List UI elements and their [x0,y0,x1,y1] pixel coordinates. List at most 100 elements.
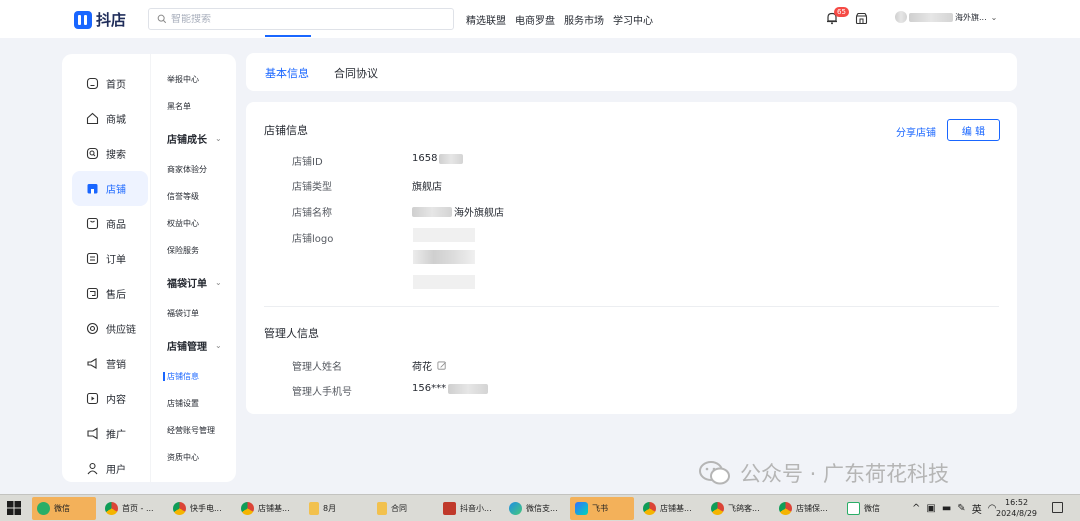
taskbar-app-chrome[interactable]: 快手电... [168,497,232,520]
feishu-icon [575,502,588,515]
tab-basic-info[interactable]: 基本信息 [265,65,309,81]
top-nav-item[interactable]: 服务市场 [564,12,604,27]
top-nav: 精选联盟 电商罗盘 服务市场 学习中心 [466,12,653,27]
section-title-manager-info: 管理人信息 [264,327,319,340]
notification-badge: 65 [834,7,849,17]
subnav-item-benefits-center[interactable]: 权益中心 [156,210,236,237]
field-label-store-logo: 店铺logo [292,234,334,245]
store-id-text: 1658 [412,153,438,164]
top-nav-item[interactable]: 精选联盟 [466,12,506,27]
chevron-down-icon: ⌄ [215,340,222,350]
store-info-card: 店铺信息 分享店铺 编 辑 店铺ID 1658 店铺类型 旗舰店 店铺名称 海外… [246,102,1017,414]
tab-contract[interactable]: 合同协议 [334,65,378,81]
taskbar-app-edge[interactable]: 微信支... [504,497,568,520]
subnav-item-report-center[interactable]: 举报中心 [156,66,236,93]
sidebar-item-marketing[interactable]: 营销 [72,346,148,381]
top-nav-item[interactable]: 学习中心 [613,12,653,27]
subnav-item-store-settings[interactable]: 店铺设置 [156,390,236,417]
shop-icon[interactable] [855,12,868,25]
chrome-icon [241,502,254,515]
taskbar-app-folder[interactable]: 合同 [372,497,436,520]
sidebar-item-user[interactable]: 用户 [72,451,148,482]
field-value-store-type: 旗舰店 [412,182,442,193]
subnav-item-credit-level[interactable]: 信誉等级 [156,183,236,210]
brand-name: 抖店 [96,11,127,29]
sidebar-item-supply-chain[interactable]: 供应链 [72,311,148,346]
document-icon [443,502,456,515]
taskbar-app-chrome[interactable]: 店铺基... [236,497,300,520]
taskbar-label: 店铺基... [258,504,290,513]
battery-icon[interactable]: ▬ [942,503,951,514]
subnav-item-blacklist[interactable]: 黑名单 [156,93,236,120]
taskbar-label: 飞书 [592,504,608,513]
watermark-text: 公众号 · 广东荷花科技 [740,462,950,486]
sidebar-item-home[interactable]: 首页 [72,66,148,101]
product-icon [86,217,99,230]
taskbar-app-word[interactable]: 抖音小... [438,497,502,520]
taskbar-app-feishu[interactable]: 飞书 [570,497,634,520]
sidebar-item-search[interactable]: 搜索 [72,136,148,171]
taskbar-app-wechat-work[interactable]: 微信 [842,497,906,520]
taskbar-label: 微信 [54,504,70,513]
megaphone-icon [87,358,97,369]
brand-logo[interactable]: 抖店 [74,9,126,30]
taskbar-label: 首页 - ... [122,504,154,513]
subnav-group-store-growth[interactable]: 店铺成长 ⌄ [156,120,236,156]
subnav-group-store-management[interactable]: 店铺管理 ⌄ [156,327,236,363]
edit-button[interactable]: 编 辑 [947,119,1000,141]
subnav-item-experience-score[interactable]: 商家体验分 [156,156,236,183]
sidebar-item-content[interactable]: 内容 [72,381,148,416]
sidebar-item-product[interactable]: 商品 [72,206,148,241]
chevron-down-icon: ⌄ [215,133,222,143]
wechat-icon [699,461,730,485]
tabs-bar: 基本信息 合同协议 [246,53,1017,91]
top-bar: 抖店 精选联盟 电商罗盘 服务市场 学习中心 65 海外旗... ⌄ [0,0,1080,38]
sidebar-item-label: 推广 [106,430,126,441]
sidebar-item-order[interactable]: 订单 [72,241,148,276]
taskbar-app-chrome[interactable]: 店铺基... [638,497,702,520]
notification-center-icon[interactable] [1052,502,1063,513]
top-nav-item[interactable]: 电商罗盘 [515,12,555,27]
share-store-link[interactable]: 分享店铺 [896,124,936,139]
subnav-group-label: 店铺管理 [167,341,207,353]
sidebar-item-after-sales[interactable]: 售后 [72,276,148,311]
taskbar-app-chrome[interactable]: 店铺保... [774,497,838,520]
manager-name-text: 荷花 [412,362,432,373]
windows-start-icon[interactable] [7,501,21,515]
tray-app-icon[interactable]: ▣ [926,503,935,514]
sidebar-item-promotion[interactable]: 推广 [72,416,148,451]
chevron-down-icon: ⌄ [215,277,222,287]
sidebar-item-label: 搜索 [106,150,126,161]
subnav-item-qualification-center[interactable]: 资质中心 [156,444,236,471]
edit-icon[interactable] [437,361,447,371]
user-icon [87,462,98,475]
taskbar-clock[interactable]: 16:52 2024/8/29 [996,497,1037,519]
subnav-group-lucky-bag[interactable]: 福袋订单 ⌄ [156,264,236,300]
tray-expand-icon[interactable]: ^ [912,503,920,514]
store-id-blurred [439,153,464,164]
chat-icon [847,502,860,515]
user-menu[interactable]: 海外旗... ⌄ [895,11,997,23]
search-icon [157,14,167,24]
taskbar-app-wechat[interactable]: 微信 [32,497,96,520]
search-box[interactable] [148,8,454,30]
subnav-item-insurance[interactable]: 保险服务 [156,237,236,264]
user-name: 海外旗... [955,12,987,22]
subnav-item-account-management[interactable]: 经营账号管理 [156,417,236,444]
sidebar-item-mall[interactable]: 商城 [72,101,148,136]
mall-icon [86,112,99,125]
pen-icon[interactable]: ✎ [957,503,965,514]
chrome-icon [711,502,724,515]
taskbar-app-folder[interactable]: 8月 [304,497,368,520]
ime-indicator[interactable]: 英 [972,501,982,516]
taskbar-app-chrome[interactable]: 首页 - ... [100,497,164,520]
taskbar-app-chrome[interactable]: 飞鸽客... [706,497,770,520]
subnav-item-store-info[interactable]: 店铺信息 [156,363,236,390]
search-input[interactable] [171,13,431,25]
sidebar-item-store[interactable]: 店铺 [72,171,148,206]
taskbar-label: 合同 [391,504,407,513]
taskbar-label: 店铺保... [796,504,828,513]
subnav-item-lucky-bag-orders[interactable]: 福袋订单 [156,300,236,327]
search-icon [86,147,99,160]
wechat-icon [37,502,50,515]
